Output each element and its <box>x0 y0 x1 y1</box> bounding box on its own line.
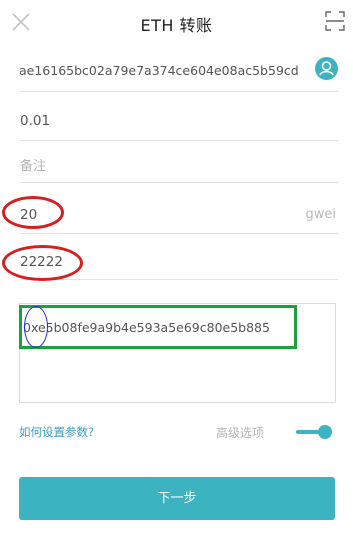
amount-field[interactable]: 0.01 <box>20 100 338 141</box>
data-input-field[interactable]: 0xe5b08fe9a9b4e593a5e69c80e5b885 <box>19 303 336 403</box>
memo-field[interactable]: 备注 <box>20 148 338 183</box>
advanced-options-label: 高级选项 <box>216 426 265 440</box>
gas-price-field[interactable]: 20 gwei <box>20 196 338 234</box>
amount-value: 0.01 <box>20 113 51 129</box>
advanced-options-toggle[interactable] <box>296 424 334 442</box>
recipient-address-value: ae16165bc02a79e7a374ce604e08ac5b59cd <box>20 63 299 78</box>
parameter-help-link[interactable]: 如何设置参数? <box>19 424 94 440</box>
gas-limit-value: 22222 <box>20 254 63 270</box>
gas-limit-field[interactable]: 22222 <box>20 243 338 280</box>
page-title: ETH 转账 <box>140 16 213 35</box>
top-bar: ETH 转账 <box>0 0 353 46</box>
scan-icon[interactable] <box>325 11 345 31</box>
gas-price-value: 20 <box>20 207 38 223</box>
toggle-knob <box>318 425 332 439</box>
recipient-address-field[interactable]: ae16165bc02a79e7a374ce604e08ac5b59cd <box>20 51 338 92</box>
memo-placeholder: 备注 <box>20 159 47 174</box>
contacts-icon[interactable] <box>315 57 338 80</box>
data-input-value: 0xe5b08fe9a9b4e593a5e69c80e5b885 <box>23 320 270 335</box>
next-step-button[interactable]: 下一步 <box>19 477 335 520</box>
gas-price-unit: gwei <box>305 207 337 222</box>
